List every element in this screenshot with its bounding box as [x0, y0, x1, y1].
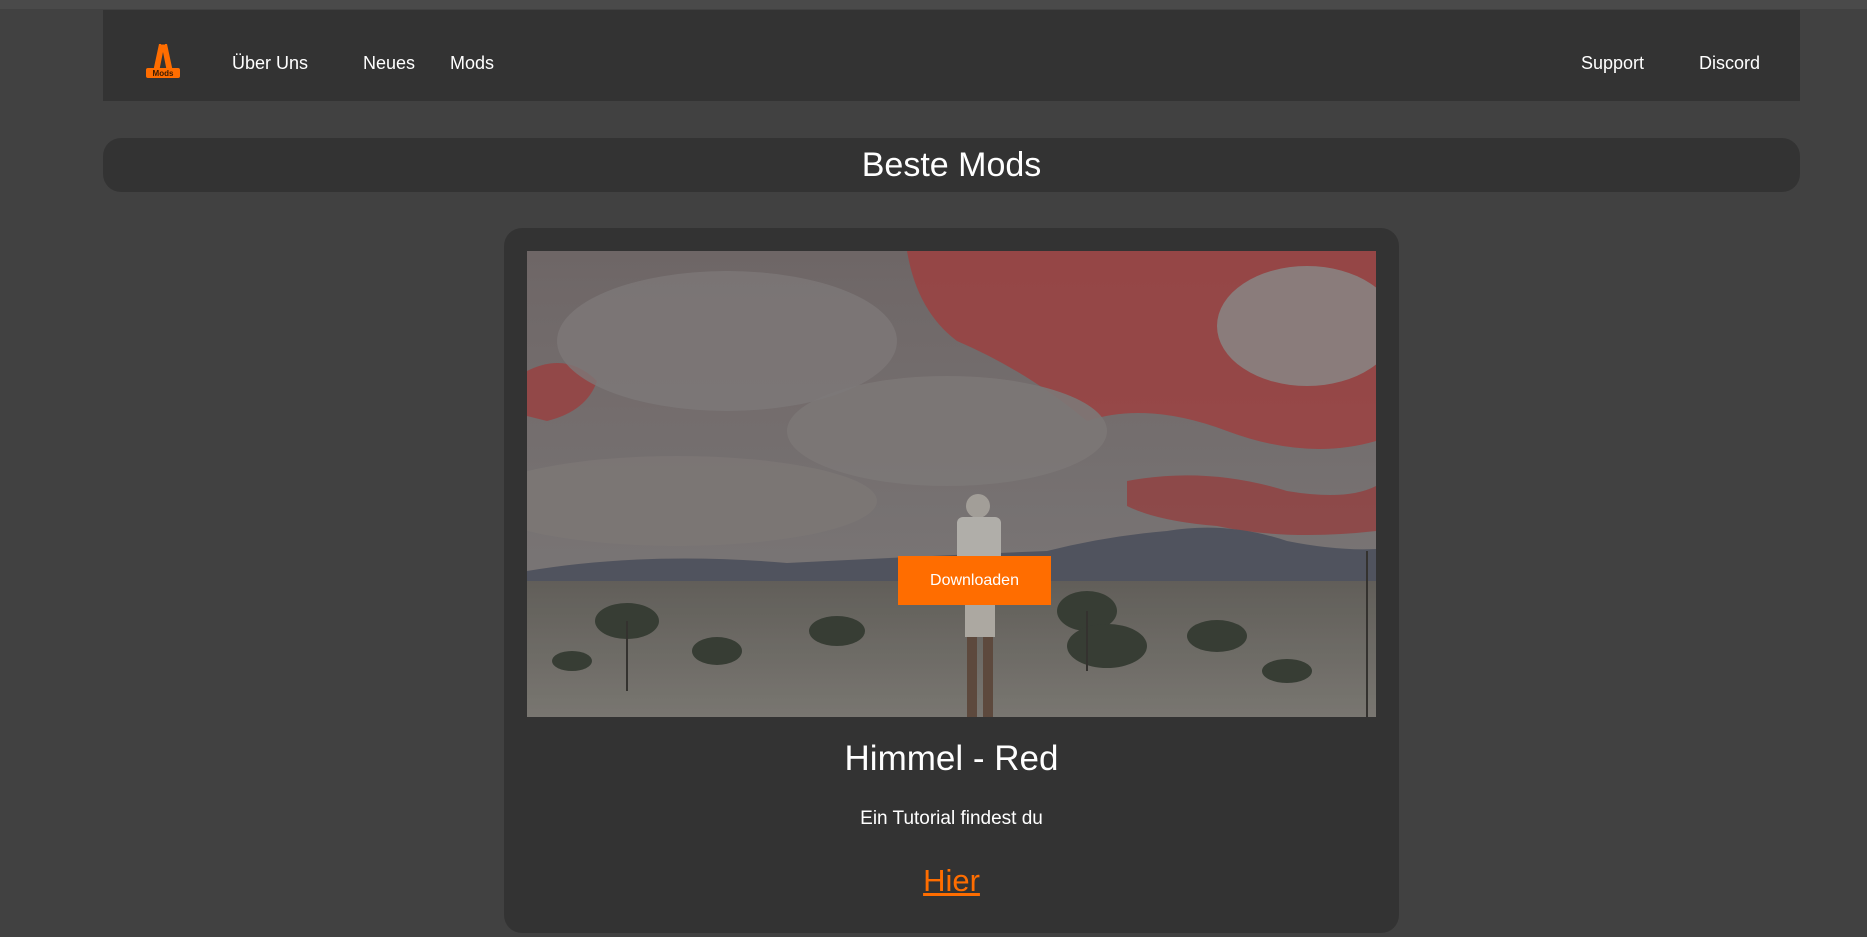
nav-link-mods[interactable]: Mods [450, 52, 494, 74]
nav-link-ueber-uns[interactable]: Über Uns [232, 52, 308, 74]
nav-link-discord[interactable]: Discord [1699, 52, 1760, 74]
section-banner: Beste Mods [103, 138, 1800, 192]
mod-title: Himmel - Red [844, 739, 1059, 778]
mod-card: Downloaden Himmel - Red Ein Tutorial fin… [504, 228, 1399, 933]
download-button[interactable]: Downloaden [898, 556, 1051, 605]
nav-link-neues[interactable]: Neues [363, 52, 415, 74]
navbar: Mods Über Uns Neues Mods Support Discord [103, 10, 1800, 101]
logo-text: Mods [153, 69, 174, 78]
mod-description: Ein Tutorial findest du [860, 808, 1043, 829]
top-strip [0, 0, 1867, 9]
mods-logo-icon[interactable]: Mods [143, 40, 183, 82]
tutorial-link-wrapper: Hier [504, 862, 1399, 900]
mod-preview-image: Downloaden [527, 251, 1376, 717]
tutorial-link[interactable]: Hier [923, 863, 980, 898]
nav-link-support[interactable]: Support [1581, 52, 1644, 74]
page-title: Beste Mods [861, 146, 1042, 184]
